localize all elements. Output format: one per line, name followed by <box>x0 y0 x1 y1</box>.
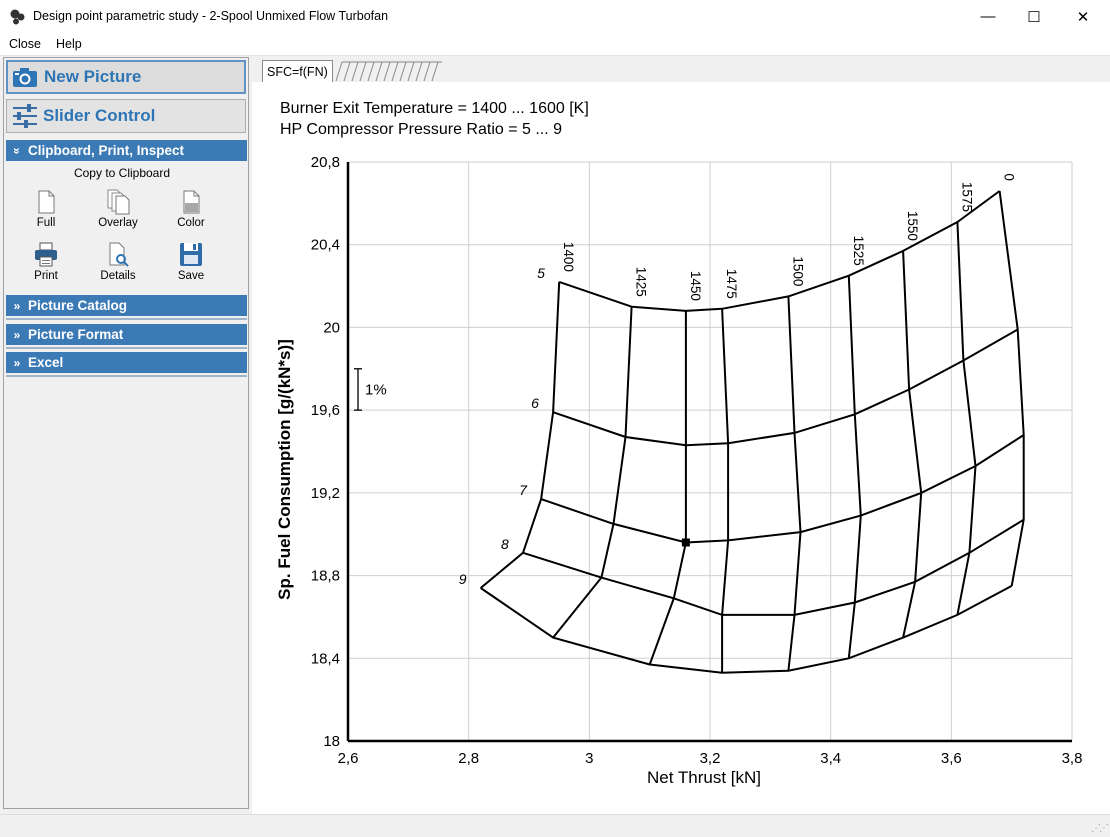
tab-strip: SFC=f(FN) <box>252 58 1110 83</box>
y-tick-label: 20,4 <box>311 237 340 254</box>
pressure-ratio-label: 7 <box>519 482 528 498</box>
app-icon <box>10 9 25 25</box>
pressure-ratio-line <box>558 190 1001 312</box>
menu-help[interactable]: Help <box>56 37 82 51</box>
y-tick-label: 19,6 <box>311 402 340 419</box>
pressure-ratio-line <box>552 328 1019 447</box>
picture-catalog-label: Picture Catalog <box>28 298 128 313</box>
slider-control-label: Slider Control <box>43 106 156 125</box>
sfc-chart: Burner Exit Temperature = 1400 ... 1600 … <box>275 100 1083 787</box>
overlay-label: Overlay <box>98 217 138 229</box>
menu-bar: Close Help <box>0 33 1110 56</box>
x-tick-label: 3,2 <box>700 750 721 767</box>
close-window-button[interactable]: ✕ <box>1060 0 1106 33</box>
section-clipboard-label: Clipboard, Print, Inspect <box>28 143 185 158</box>
copy-full-button[interactable]: Full <box>16 189 76 229</box>
full-label: Full <box>36 217 56 229</box>
chevron-down-icon: » <box>10 147 24 154</box>
pressure-ratio-label: 9 <box>459 571 467 587</box>
save-label: Save <box>177 270 205 282</box>
copy-color-button[interactable]: Color <box>161 189 221 229</box>
temperature-label: 1550 <box>905 211 920 241</box>
copy-to-clipboard-label: Copy to Clipboard <box>73 166 171 180</box>
status-bar: ⋰⋰ <box>0 814 1110 837</box>
section-clipboard[interactable]: » Clipboard, Print, Inspect <box>6 140 247 161</box>
pressure-ratio-label: 5 <box>537 265 545 281</box>
copy-overlay-button[interactable]: Overlay <box>88 189 148 229</box>
x-tick-label: 3,4 <box>820 750 841 767</box>
scale-bar-label: 1% <box>365 381 387 398</box>
temperature-line <box>721 308 730 673</box>
temperature-line <box>956 221 977 616</box>
section-divider <box>6 347 247 349</box>
section-picture-catalog[interactable]: » Picture Catalog <box>6 295 247 316</box>
x-tick-label: 3 <box>585 750 593 767</box>
temperature-label: 1400 <box>561 242 576 272</box>
chevron-right-icon: » <box>13 298 21 313</box>
page-icon <box>38 190 55 214</box>
details-button[interactable]: Details <box>88 242 148 282</box>
chart-header-line: Burner Exit Temperature = 1400 ... 1600 … <box>280 100 589 117</box>
minimize-button[interactable]: — <box>965 0 1011 33</box>
plot-area: Burner Exit Temperature = 1400 ... 1600 … <box>252 82 1110 814</box>
floppy-disk-icon <box>180 243 202 266</box>
y-tick-label: 20,8 <box>311 154 340 171</box>
pressure-ratio-line <box>522 518 1025 616</box>
section-picture-format[interactable]: » Picture Format <box>6 324 247 345</box>
pressure-ratio-label: 8 <box>501 536 509 552</box>
temperature-line <box>648 310 687 665</box>
menu-close[interactable]: Close <box>9 37 41 51</box>
design-point-marker <box>681 538 690 547</box>
x-tick-label: 2,8 <box>458 750 479 767</box>
y-tick-label: 18,4 <box>311 650 340 667</box>
print-label: Print <box>34 270 58 282</box>
slider-control-button[interactable]: Slider Control <box>6 99 246 133</box>
camera-icon <box>13 68 37 87</box>
temperature-label: 0 <box>1002 173 1017 181</box>
temperature-label: 1450 <box>688 271 703 301</box>
chevron-right-icon: » <box>13 327 21 342</box>
temperature-label: 1500 <box>790 256 805 286</box>
y-axis-label: Sp. Fuel Consumption [g/(kN*s)] <box>275 339 294 600</box>
print-button[interactable]: Print <box>16 242 76 282</box>
section-divider <box>6 318 247 320</box>
tab-sfc-fn[interactable]: SFC=f(FN) <box>262 60 333 82</box>
save-button[interactable]: Save <box>161 242 221 282</box>
pages-overlay-icon <box>107 189 130 215</box>
section-excel[interactable]: » Excel <box>6 352 247 373</box>
y-tick-label: 20 <box>323 319 340 336</box>
tab-stack-decoration <box>335 61 442 82</box>
y-tick-label: 18 <box>323 733 340 750</box>
printer-icon <box>35 242 57 267</box>
temperature-label: 1525 <box>851 236 866 266</box>
magnifier-page-icon <box>109 242 129 267</box>
maximize-button[interactable]: ☐ <box>1011 0 1057 33</box>
x-tick-label: 3,6 <box>941 750 962 767</box>
temperature-label: 1475 <box>724 269 739 299</box>
sliders-icon <box>13 104 37 128</box>
x-tick-label: 2,6 <box>338 750 359 767</box>
chart-header-line: HP Compressor Pressure Ratio = 5 ... 9 <box>280 121 562 138</box>
temperature-line <box>552 306 633 639</box>
excel-label: Excel <box>28 355 64 370</box>
x-tick-label: 3,8 <box>1062 750 1083 767</box>
color-page-icon <box>183 190 200 214</box>
picture-format-label: Picture Format <box>28 327 124 342</box>
resize-grip-icon[interactable]: ⋰⋰ <box>1091 823 1109 834</box>
y-tick-label: 18,8 <box>311 568 340 585</box>
pressure-ratio-label: 6 <box>531 395 539 411</box>
window-title: Design point parametric study - 2-Spool … <box>33 9 389 23</box>
sidebar: New Picture Slider Control » Clipboard, … <box>3 57 249 809</box>
color-label: Color <box>177 217 205 229</box>
x-axis-label: Net Thrust [kN] <box>647 768 761 787</box>
chevron-right-icon: » <box>13 355 21 370</box>
new-picture-button[interactable]: New Picture <box>6 60 246 94</box>
y-tick-label: 19,2 <box>311 485 340 502</box>
temperature-label: 1575 <box>959 182 974 212</box>
new-picture-label: New Picture <box>44 67 142 86</box>
details-label: Details <box>100 270 136 282</box>
section-divider <box>6 375 247 377</box>
title-bar: Design point parametric study - 2-Spool … <box>0 0 1110 33</box>
temperature-label: 1425 <box>634 267 649 297</box>
